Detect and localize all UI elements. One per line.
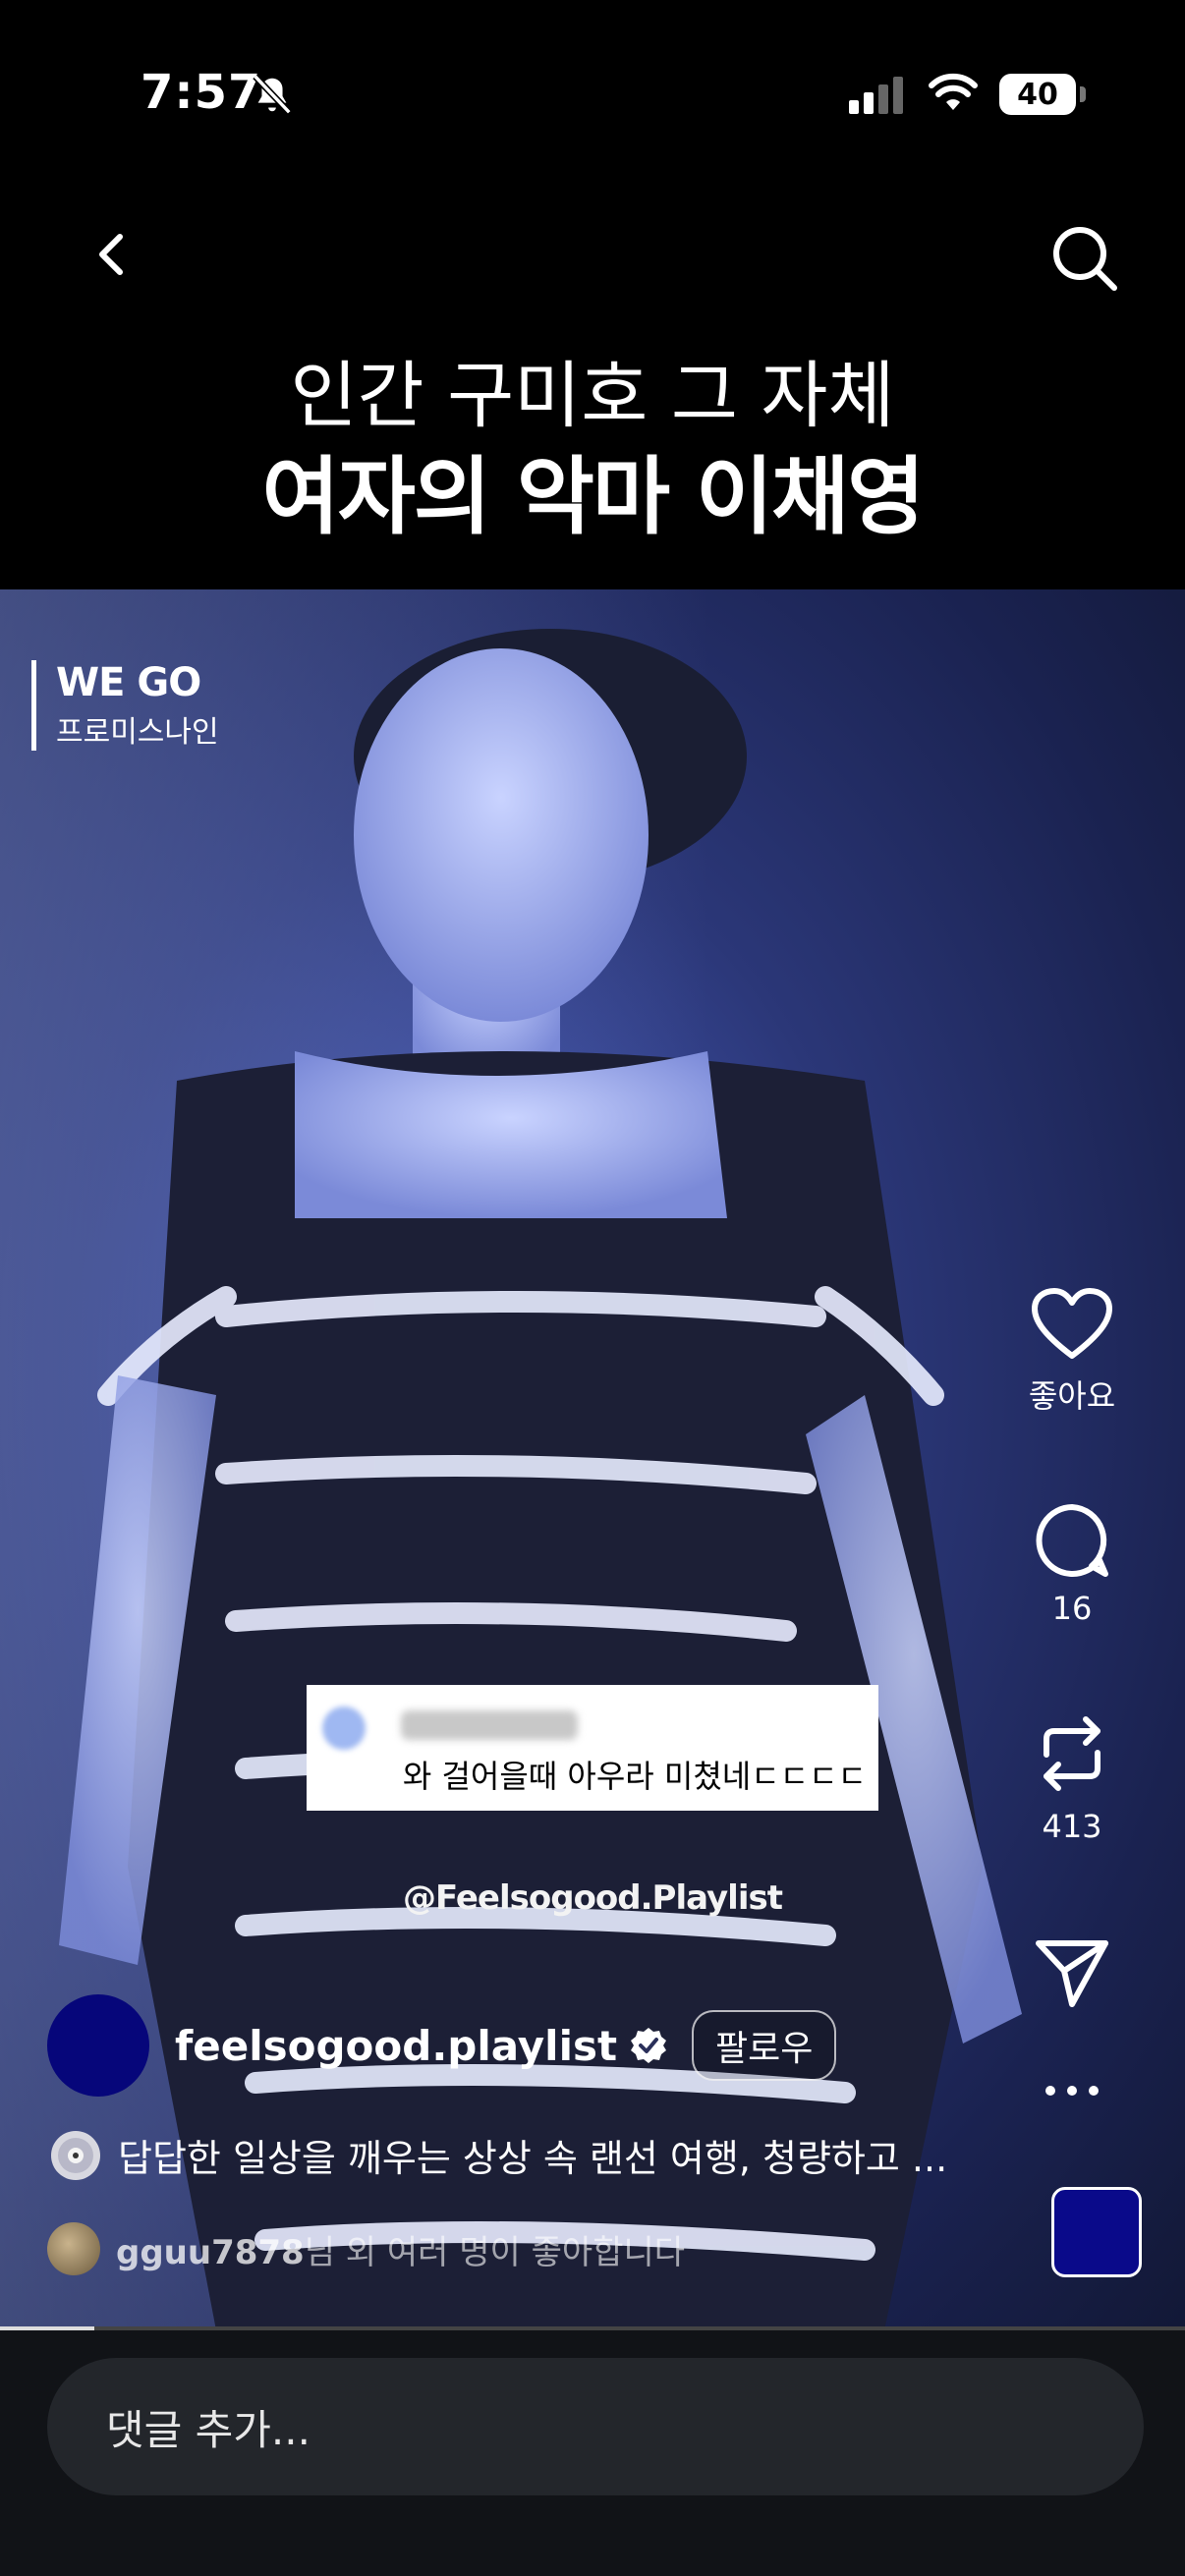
video-handle-watermark: @Feelsogood.Playlist	[403, 1878, 783, 1918]
bottom-bar: 댓글 추가...	[0, 2330, 1185, 2576]
back-icon[interactable]	[81, 219, 149, 288]
audio-thumbnail[interactable]	[1051, 2187, 1142, 2277]
disc-icon	[51, 2130, 100, 2180]
comment-action[interactable]: 16	[959, 1501, 1185, 1627]
liker-avatar	[47, 2222, 100, 2275]
cellular-signal-icon	[849, 77, 903, 114]
author-avatar[interactable]	[47, 1994, 149, 2097]
status-time: 7:57	[141, 65, 262, 120]
caption-row[interactable]: 답답한 일상을 깨우는 상상 속 랜선 여행, 청량하고 ...	[49, 2128, 992, 2182]
send-icon[interactable]	[1033, 1935, 1111, 2010]
follow-button[interactable]: 팔로우	[692, 2010, 837, 2081]
caption-text: 답답한 일상을 깨우는 상상 속 랜선 여행, 청량하고 ...	[118, 2137, 948, 2180]
top-nav	[0, 187, 1185, 324]
likes-suffix: 님 외 여러 명이 좋아합니다	[304, 2232, 686, 2272]
liker-username[interactable]: gguu7878	[116, 2233, 305, 2272]
likes-summary: gguu7878님 외 여러 명이 좋아합니다	[116, 2225, 685, 2273]
verified-badge-icon	[631, 2028, 667, 2063]
embedded-comment-text: 와 걸어을때 아우라 미쳤네ㄷㄷㄷㄷ	[402, 1758, 867, 1795]
like-label: 좋아요	[1028, 1377, 1116, 1415]
embedded-comment-card: 와 걸어을때 아우라 미쳤네ㄷㄷㄷㄷ	[307, 1685, 878, 1811]
headline-line-2: 여자의 악마 이채영	[261, 448, 926, 546]
video-headline: 인간 구미호 그 자체 여자의 악마 이채영	[0, 349, 1185, 551]
battery-indicator: 40	[999, 74, 1076, 115]
like-action[interactable]: 좋아요	[959, 1287, 1185, 1417]
repost-action[interactable]: 413	[959, 1709, 1185, 1845]
share-action[interactable]	[959, 1935, 1185, 2010]
heart-icon[interactable]	[1031, 1287, 1113, 1362]
comment-input[interactable]: 댓글 추가...	[47, 2358, 1144, 2495]
channel-watermark: WE GO 프로미스나인	[31, 660, 219, 751]
watermark-subtitle: 프로미스나인	[56, 715, 219, 750]
likes-row[interactable]: gguu7878님 외 여러 명이 좋아합니다	[47, 2222, 685, 2275]
battery-nub	[1080, 86, 1086, 102]
blurred-avatar	[322, 1707, 366, 1750]
search-icon[interactable]	[1045, 219, 1124, 298]
author-username[interactable]: feelsogood.playlist	[175, 2022, 617, 2070]
bell-off-icon	[253, 74, 292, 115]
wifi-icon	[929, 73, 978, 110]
repost-count: 413	[1042, 1808, 1102, 1845]
repost-icon[interactable]	[1033, 1709, 1111, 1798]
more-options-icon[interactable]	[1043, 2083, 1101, 2099]
comment-count: 16	[1051, 1590, 1093, 1627]
author-row: feelsogood.playlist 팔로우	[47, 1994, 837, 2097]
headline-line-1: 인간 구미호 그 자체	[290, 354, 895, 438]
comment-bubble-icon[interactable]	[1033, 1501, 1111, 1580]
blurred-username	[401, 1710, 578, 1740]
watermark-title: WE GO	[56, 660, 201, 705]
status-bar: 7:57 40	[0, 0, 1185, 187]
more-action[interactable]	[959, 2083, 1185, 2099]
